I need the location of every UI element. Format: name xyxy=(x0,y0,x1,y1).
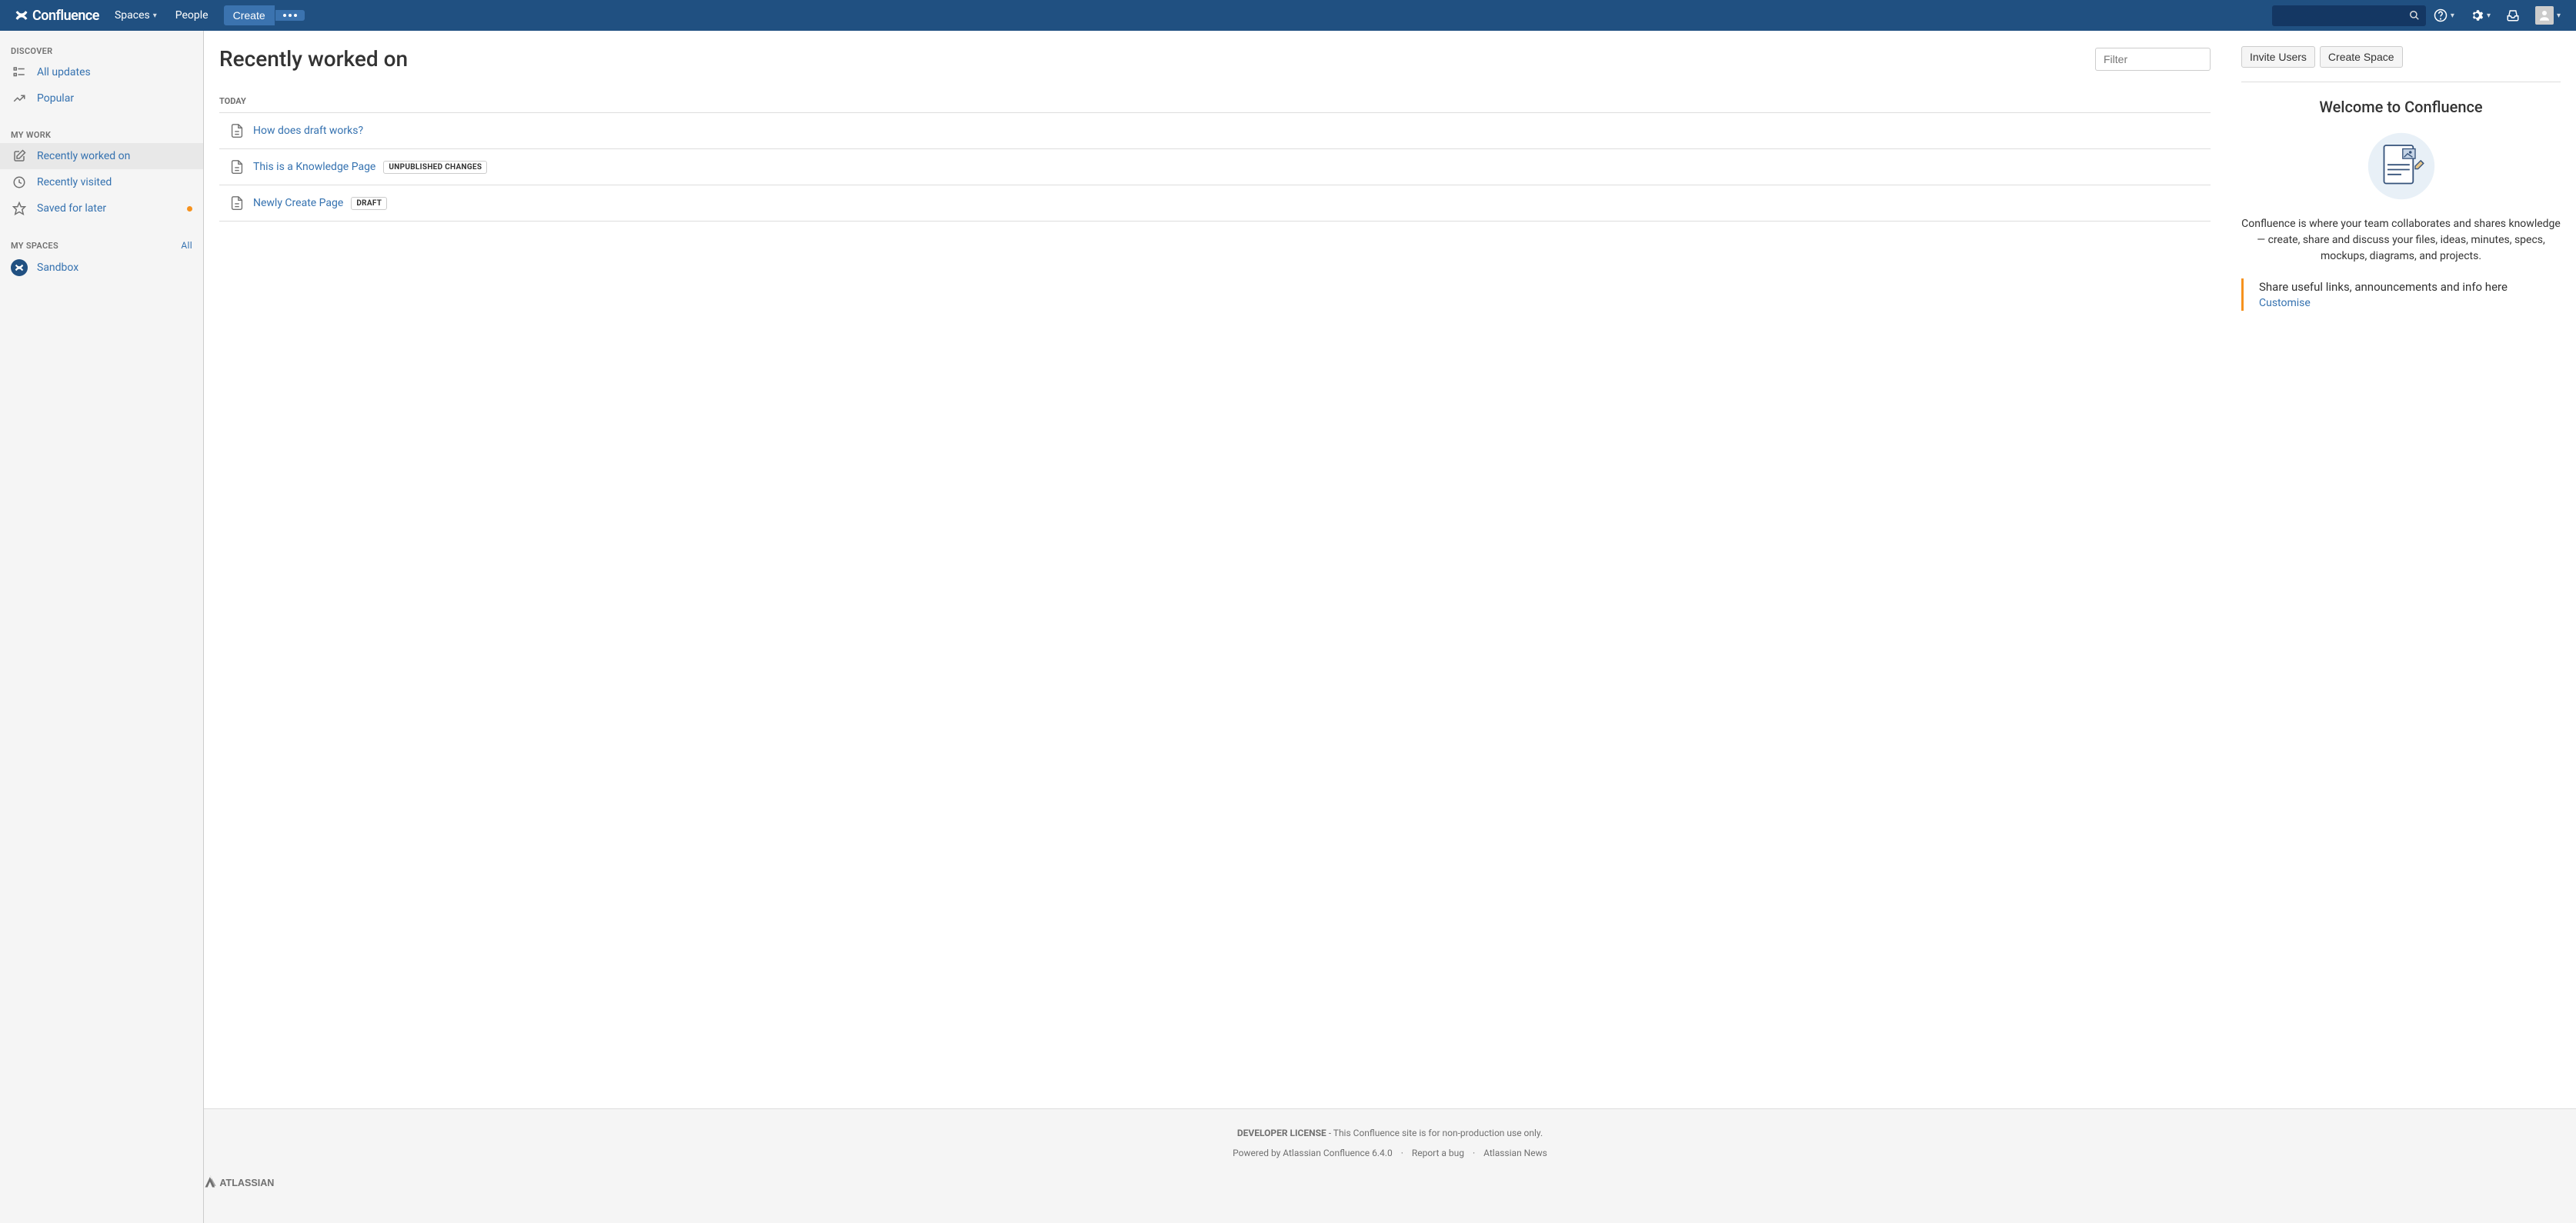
page-icon xyxy=(229,195,245,212)
sidebar-item-label: Sandbox xyxy=(37,262,78,274)
search-input[interactable] xyxy=(2272,5,2426,26)
callout: Share useful links, announcements and in… xyxy=(2241,278,2561,311)
create-space-button[interactable]: Create Space xyxy=(2320,46,2403,68)
footer-news-link[interactable]: Atlassian News xyxy=(1483,1148,1547,1158)
star-icon xyxy=(11,201,28,216)
page-icon xyxy=(229,122,245,139)
page-row: How does draft works? xyxy=(219,113,2211,149)
sidebar-heading-discover: DISCOVER xyxy=(0,40,203,59)
avatar-icon xyxy=(2535,6,2554,25)
customise-link[interactable]: Customise xyxy=(2259,297,2311,309)
help-icon xyxy=(2434,8,2448,22)
page-row: This is a Knowledge Page UNPUBLISHED CHA… xyxy=(219,149,2211,185)
svg-text:ATLASSIAN: ATLASSIAN xyxy=(219,1178,274,1188)
sidebar-item-label: Saved for later xyxy=(37,202,106,215)
chevron-down-icon: ▾ xyxy=(153,12,157,20)
page-link[interactable]: This is a Knowledge Page xyxy=(253,161,375,173)
page-link[interactable]: Newly Create Page xyxy=(253,197,343,209)
tray-icon xyxy=(2506,8,2520,22)
main-content: Recently worked on TODAY How does draft … xyxy=(204,31,2576,1223)
chevron-down-icon: ▾ xyxy=(2557,12,2561,20)
confluence-icon xyxy=(14,8,29,23)
nav-spaces[interactable]: Spaces ▾ xyxy=(105,0,166,31)
sidebar-all-link[interactable]: All xyxy=(181,240,192,251)
welcome-title: Welcome to Confluence xyxy=(2241,98,2561,116)
page-icon xyxy=(229,158,245,175)
status-tag: UNPUBLISHED CHANGES xyxy=(383,161,487,174)
sidebar-heading-mywork: MY WORK xyxy=(0,124,203,143)
sidebar-item-saved-later[interactable]: Saved for later xyxy=(0,195,203,222)
space-icon xyxy=(11,259,28,276)
footer-license-bold: DEVELOPER LICENSE xyxy=(1237,1128,1326,1138)
gear-icon xyxy=(2470,8,2484,22)
sidebar-item-recently-worked[interactable]: Recently worked on xyxy=(0,143,203,169)
sidebar-item-all-updates[interactable]: All updates xyxy=(0,59,203,85)
group-heading: TODAY xyxy=(219,90,2211,113)
logo[interactable]: Confluence xyxy=(8,0,105,31)
nav-spaces-label: Spaces xyxy=(115,9,150,22)
footer-version: 6.4.0 xyxy=(1370,1148,1393,1158)
app-header: Confluence Spaces ▾ People Create ▾ ▾ ▾ xyxy=(0,0,2576,31)
logo-text: Confluence xyxy=(32,8,99,24)
footer-report-bug-link[interactable]: Report a bug xyxy=(1412,1148,1464,1158)
profile-button[interactable]: ▾ xyxy=(2528,0,2568,31)
callout-text: Share useful links, announcements and in… xyxy=(2259,280,2561,294)
nav-people[interactable]: People xyxy=(166,0,218,31)
atlassian-logo[interactable]: ATLASSIAN xyxy=(204,1174,2576,1192)
right-panel: Invite Users Create Space Welcome to Con… xyxy=(2241,46,2561,1093)
trend-icon xyxy=(11,91,28,106)
sidebar-item-popular[interactable]: Popular xyxy=(0,85,203,112)
sidebar-item-label: Popular xyxy=(37,92,74,105)
sidebar-item-sandbox[interactable]: Sandbox xyxy=(0,254,203,282)
settings-button[interactable]: ▾ xyxy=(2462,0,2498,31)
welcome-description: Confluence is where your team collaborat… xyxy=(2241,216,2561,265)
notifications-button[interactable] xyxy=(2498,0,2528,31)
sidebar-item-label: Recently visited xyxy=(37,176,112,188)
page-title: Recently worked on xyxy=(219,46,408,72)
invite-users-button[interactable]: Invite Users xyxy=(2241,46,2315,68)
sidebar-heading-myspaces: MY SPACES All xyxy=(0,234,203,254)
chevron-down-icon: ▾ xyxy=(2487,12,2491,20)
unread-badge xyxy=(187,206,192,212)
sidebar-heading-label: MY SPACES xyxy=(11,241,58,251)
status-tag: DRAFT xyxy=(351,197,387,210)
search-icon xyxy=(2409,10,2420,21)
nav-people-label: People xyxy=(175,9,209,22)
sidebar-item-recently-visited[interactable]: Recently visited xyxy=(0,169,203,195)
footer: DEVELOPER LICENSE - This Confluence site… xyxy=(204,1108,2576,1223)
page-link[interactable]: How does draft works? xyxy=(253,125,363,137)
page-row: Newly Create Page DRAFT xyxy=(219,185,2211,222)
footer-powered: Powered by xyxy=(1233,1148,1283,1158)
footer-license-text: - This Confluence site is for non-produc… xyxy=(1326,1128,1543,1138)
welcome-illustration xyxy=(2367,132,2436,201)
create-button[interactable]: Create xyxy=(224,5,275,25)
filter-input[interactable] xyxy=(2095,48,2211,71)
footer-product-link[interactable]: Atlassian Confluence xyxy=(1283,1148,1370,1158)
more-icon xyxy=(283,14,297,17)
clock-icon xyxy=(11,175,28,190)
edit-icon xyxy=(11,148,28,164)
sidebar: DISCOVER All updates Popular MY WORK Rec… xyxy=(0,31,204,1223)
sidebar-item-label: Recently worked on xyxy=(37,150,130,162)
sidebar-item-label: All updates xyxy=(37,66,91,78)
chevron-down-icon: ▾ xyxy=(2451,12,2454,20)
list-icon xyxy=(11,65,28,80)
create-more-button[interactable] xyxy=(275,10,305,21)
help-button[interactable]: ▾ xyxy=(2426,0,2462,31)
